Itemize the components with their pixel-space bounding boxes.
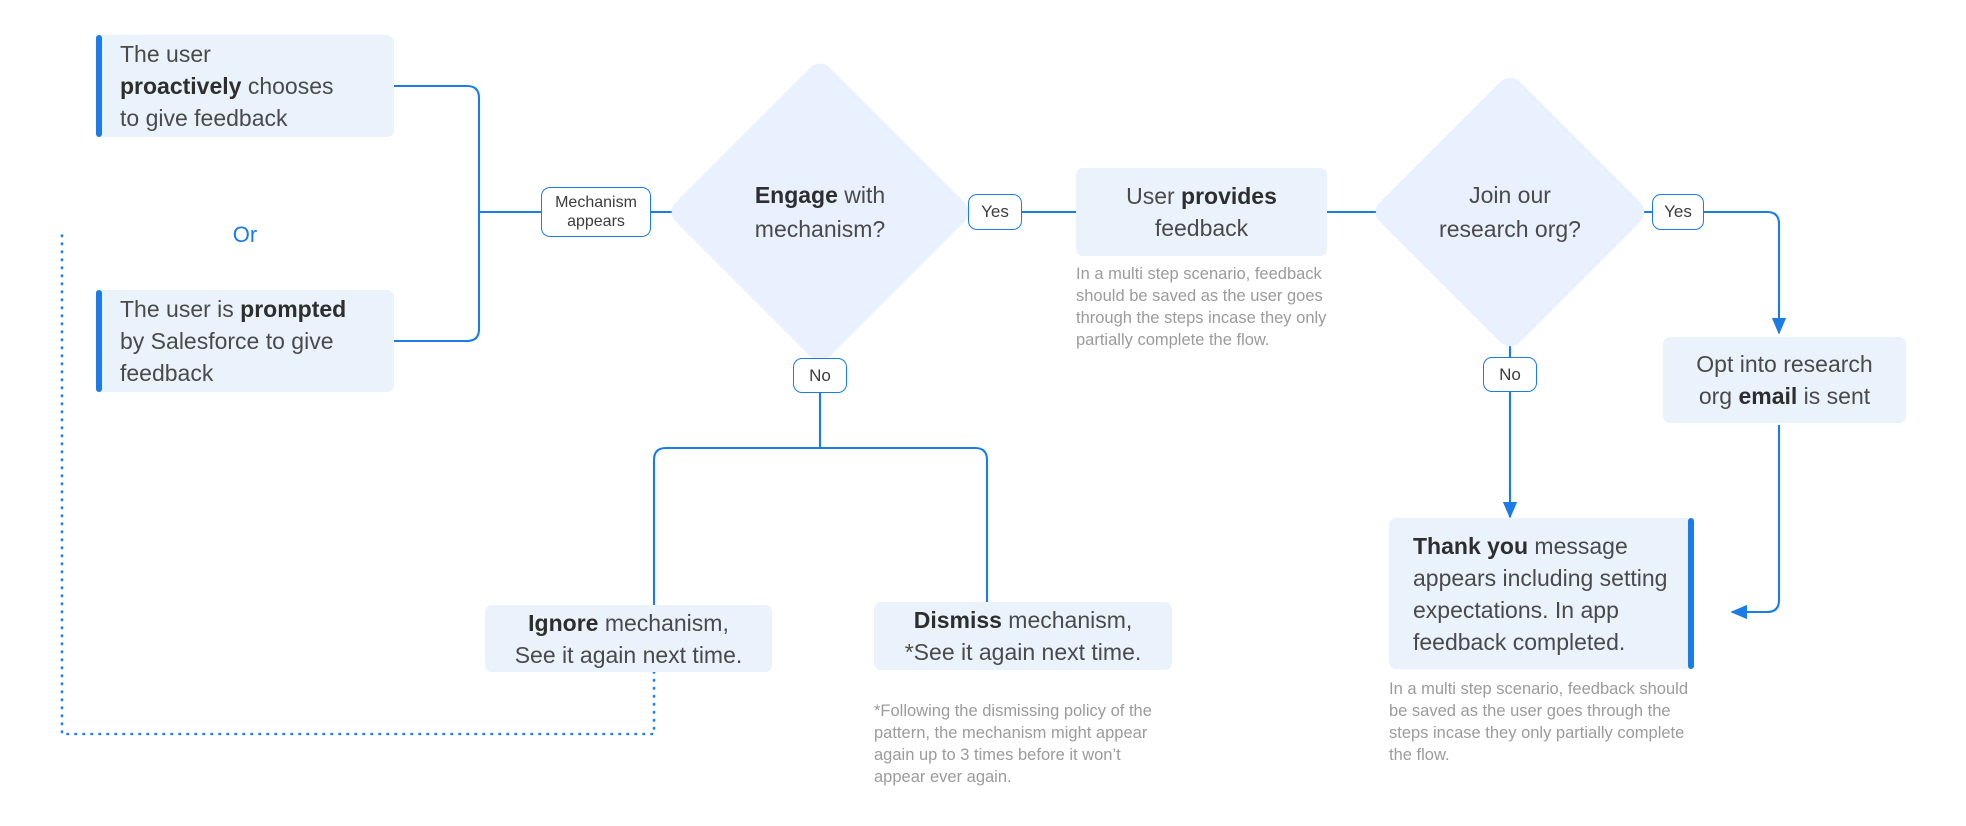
mechanism-appears-line2: appears — [567, 213, 625, 230]
edge-label-mechanism-appears[interactable]: Mechanism appears — [541, 187, 651, 237]
node-proactive-feedback[interactable]: The user proactively chooses to give fee… — [96, 35, 394, 137]
edge-proactive-to-bus — [394, 84, 481, 212]
node-thank-you-message[interactable]: Thank you message appears including sett… — [1389, 518, 1694, 669]
node-user-provides-line2: feedback — [1154, 215, 1249, 241]
node-dismiss-rest: mechanism, — [1001, 607, 1133, 633]
node-prompted-lead: The user is — [120, 296, 241, 322]
node-opt-in-bold: email — [1738, 383, 1798, 409]
node-proactive-line2-rest: chooses — [241, 73, 334, 99]
node-thank-you-line2: appears including setting — [1413, 564, 1668, 591]
node-proactive-bold: proactively — [120, 73, 242, 99]
node-dismiss-line2: *See it again next time. — [904, 639, 1142, 665]
node-opt-in-rest2: is sent — [1797, 383, 1871, 409]
node-user-provides-bold: provides — [1181, 183, 1277, 209]
node-thank-you-line4: feedback completed. — [1413, 628, 1626, 655]
node-user-provides-lead: User — [1126, 183, 1182, 209]
node-prompted-line2: by Salesforce to give — [120, 328, 334, 354]
decision-join-line1: Join our — [1469, 182, 1551, 208]
node-thank-you-bold: Thank you — [1413, 532, 1529, 559]
node-proactive-line3: to give feedback — [120, 105, 288, 131]
node-prompted-feedback[interactable]: The user is prompted by Salesforce to gi… — [96, 290, 394, 392]
node-prompted-bold: prompted — [240, 296, 347, 322]
node-ignore-mechanism[interactable]: Ignore mechanism, See it again next time… — [485, 605, 772, 672]
node-prompted-line3: feedback — [120, 360, 214, 386]
decision-engage-bold: Engage — [754, 182, 838, 208]
node-opt-in-lead2: org — [1698, 383, 1739, 409]
node-ignore-rest: mechanism, — [598, 609, 729, 636]
mechanism-appears-line1: Mechanism — [555, 194, 637, 211]
caption-user-provides-feedback: In a multi step scenario, feedback shoul… — [1076, 265, 1327, 349]
decision-engage-line2: mechanism? — [754, 216, 886, 242]
flowchart-canvas: The user proactively chooses to give fee… — [0, 0, 1966, 826]
decision-engage-with-mechanism[interactable]: Engage with mechanism? — [665, 57, 975, 367]
node-ignore-bold: Ignore — [528, 609, 599, 636]
caption-thank-you-message: In a multi step scenario, feedback shoul… — [1389, 680, 1689, 764]
edge-yes-to-opt-in — [1704, 210, 1787, 335]
edge-label-engage-no[interactable]: No — [793, 358, 847, 393]
edge-label-join-yes[interactable]: Yes — [1652, 194, 1704, 230]
edge-fork-to-dismiss — [820, 446, 989, 602]
node-proactive-line1: The user — [120, 41, 211, 67]
edge-prompted-to-bus — [394, 212, 481, 343]
node-opt-into-research-email[interactable]: Opt into research org email is sent — [1663, 337, 1906, 423]
or-divider-label: Or — [232, 222, 258, 247]
node-ignore-line2: See it again next time. — [514, 641, 743, 668]
node-thank-you-rest: message — [1528, 532, 1628, 559]
caption-dismiss-mechanism: *Following the dismissing policy of the … — [874, 702, 1152, 786]
edge-fork-to-ignore — [652, 446, 820, 605]
node-user-provides-feedback[interactable]: User provides feedback — [1076, 168, 1327, 256]
edge-label-engage-yes[interactable]: Yes — [968, 194, 1022, 230]
node-dismiss-bold: Dismiss — [913, 607, 1002, 633]
decision-join-research-org[interactable]: Join our research org? — [1369, 71, 1651, 353]
node-dismiss-mechanism[interactable]: Dismiss mechanism, *See it again next ti… — [874, 602, 1172, 670]
node-thank-you-line3: expectations. In app — [1413, 596, 1619, 623]
decision-join-line2: research org? — [1439, 216, 1581, 242]
edge-label-join-no[interactable]: No — [1483, 357, 1537, 392]
edge-opt-in-to-thank-you — [1730, 425, 1781, 620]
node-opt-in-line1: Opt into research — [1696, 351, 1873, 377]
decision-engage-rest: with — [837, 182, 886, 208]
